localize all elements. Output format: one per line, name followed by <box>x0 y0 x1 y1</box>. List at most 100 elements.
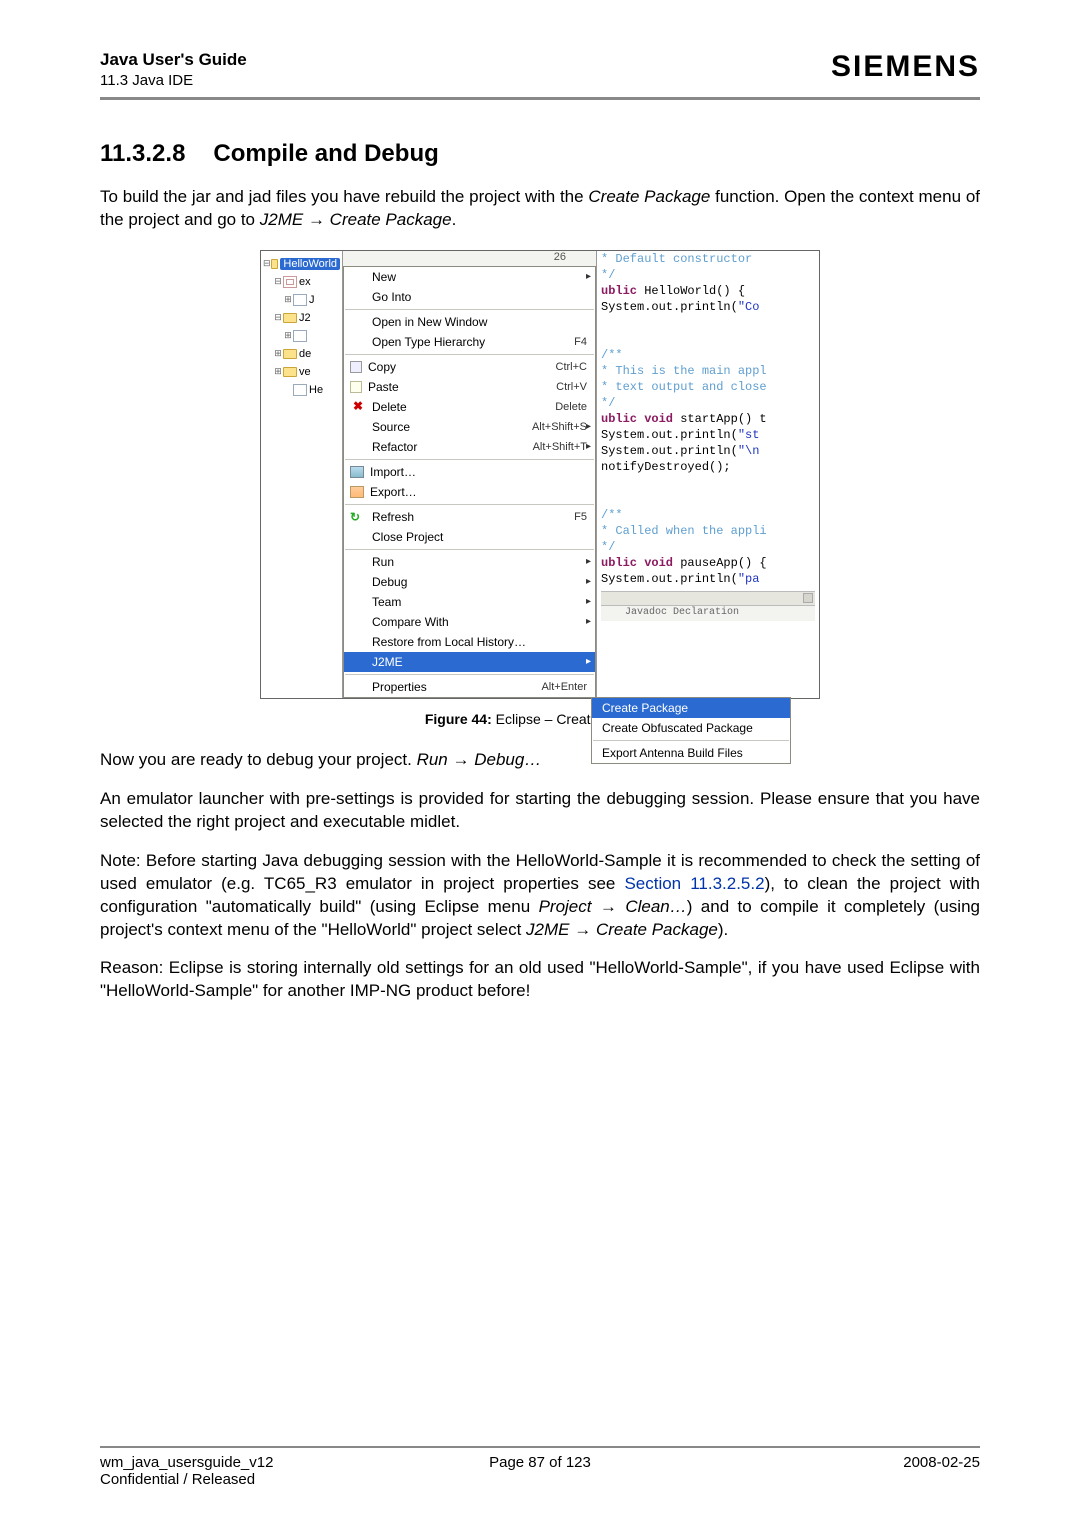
tree-item[interactable]: He <box>309 384 323 396</box>
blank-icon <box>350 595 366 609</box>
menu-item-j2me[interactable]: J2ME▸ <box>344 652 595 672</box>
menu-item-refactor[interactable]: RefactorAlt+Shift+T▸ <box>344 437 595 457</box>
bottom-tabs[interactable]: Javadoc Declaration <box>601 605 815 621</box>
blank-icon <box>350 530 366 544</box>
menu-item-label: Refresh <box>372 510 564 524</box>
menu-item-label: Run <box>372 555 587 569</box>
menu-item-label: Paste <box>368 380 546 394</box>
menu-item-close-project[interactable]: Close Project <box>344 527 595 547</box>
project-node[interactable]: HelloWorld <box>280 258 340 270</box>
code-line <box>601 331 815 347</box>
code-line: * Called when the appli <box>601 523 815 539</box>
menu-item-label: Debug <box>372 575 587 589</box>
section-title-text: Compile and Debug <box>213 140 438 167</box>
code-line: /** <box>601 347 815 363</box>
j2me-submenu: Create PackageCreate Obfuscated Package E… <box>591 697 791 764</box>
code-line: */ <box>601 539 815 555</box>
tree-item[interactable]: ex <box>299 276 311 288</box>
menu-item-copy[interactable]: CopyCtrl+C <box>344 357 595 377</box>
scrollbar-thumb[interactable] <box>803 593 813 603</box>
submenu-item-create-obfuscated-package[interactable]: Create Obfuscated Package <box>592 718 790 738</box>
submenu-arrow-icon: ▸ <box>586 576 591 587</box>
tree-item[interactable]: J <box>309 294 315 306</box>
menu-item-team[interactable]: Team▸ <box>344 592 595 612</box>
code-line: * This is the main appl <box>601 363 815 379</box>
menu-item-open-in-new-window[interactable]: Open in New Window <box>344 312 595 332</box>
blank-icon <box>350 420 366 434</box>
refresh-icon <box>350 510 366 524</box>
menu-item-label: Open Type Hierarchy <box>372 335 564 349</box>
menu-item-compare-with[interactable]: Compare With▸ <box>344 612 595 632</box>
arrow-icon <box>600 897 617 916</box>
code-line: * text output and close <box>601 379 815 395</box>
blank-icon <box>350 680 366 694</box>
menu-item-open-type-hierarchy[interactable]: Open Type Hierarchy F4 <box>344 332 595 352</box>
menu-item-label: Go Into <box>372 290 587 304</box>
menu-accelerator: Alt+Enter <box>541 681 587 693</box>
menu-item-export-[interactable]: Export… <box>344 482 595 502</box>
code-line: * Default constructor <box>601 251 815 267</box>
code-line: System.out.println("Co <box>601 299 815 315</box>
submenu-arrow-icon: ▸ <box>586 441 591 452</box>
menu-item-refresh[interactable]: RefreshF5 <box>344 507 595 527</box>
menu-item-paste[interactable]: PasteCtrl+V <box>344 377 595 397</box>
menu-item-debug[interactable]: Debug▸ <box>344 572 595 592</box>
file-icon <box>293 384 307 396</box>
page-footer: wm_java_usersguide_v12 Confidential / Re… <box>100 1446 980 1488</box>
project-tree: ⊟HelloWorld ⊟ex ⊞J ⊟J2 ⊞ ⊞de ⊞ve He <box>261 251 343 698</box>
blank-icon <box>350 555 366 569</box>
export-icon <box>350 486 364 498</box>
menu-item-source[interactable]: SourceAlt+Shift+S▸ <box>344 417 595 437</box>
footer-page-number: Page 87 of 123 <box>393 1454 686 1488</box>
code-line: System.out.println("st <box>601 427 815 443</box>
menu-item-import-[interactable]: Import… <box>344 462 595 482</box>
tree-item[interactable]: ve <box>299 366 311 378</box>
line-number: 26 <box>554 251 566 266</box>
menu-accelerator: Alt+Shift+S <box>532 421 587 433</box>
menu-item-label: New <box>372 270 587 284</box>
tree-item[interactable]: J2 <box>299 312 311 324</box>
folder-icon <box>283 313 297 323</box>
blank-icon <box>350 575 366 589</box>
arrow-icon <box>308 210 325 229</box>
copy-icon <box>350 361 362 373</box>
menu-item-new[interactable]: New▸ <box>344 267 595 287</box>
code-line: System.out.println("pa <box>601 571 815 587</box>
menu-accelerator: Ctrl+C <box>556 361 587 373</box>
menu-item-properties[interactable]: PropertiesAlt+Enter <box>344 677 595 697</box>
code-line: notifyDestroyed(); <box>601 459 815 475</box>
menu-item-restore-from-local-history-[interactable]: Restore from Local History… <box>344 632 595 652</box>
submenu-arrow-icon: ▸ <box>586 271 591 282</box>
submenu-item-create-package[interactable]: Create Package <box>592 698 790 718</box>
context-menu: New▸Go IntoOpen in New WindowOpen Type H… <box>343 266 596 698</box>
menu-item-delete[interactable]: ✖DeleteDelete <box>344 397 595 417</box>
submenu-item-export-antenna-build-files[interactable]: Export Antenna Build Files <box>592 743 790 763</box>
menu-item-run[interactable]: Run▸ <box>344 552 595 572</box>
menu-item-label: Compare With <box>372 615 587 629</box>
section-heading: 11.3.2.8Compile and Debug <box>100 140 980 168</box>
menu-item-label: Import… <box>370 465 587 479</box>
submenu-arrow-icon: ▸ <box>586 656 591 667</box>
footer-doc-id: wm_java_usersguide_v12 <box>100 1454 393 1471</box>
blank-icon <box>350 440 366 454</box>
menu-accelerator: Delete <box>555 401 587 413</box>
menu-item-label: Team <box>372 595 587 609</box>
menu-accelerator: F4 <box>574 336 587 348</box>
menu-item-label: Open in New Window <box>372 315 587 329</box>
horizontal-scrollbar[interactable] <box>601 591 815 605</box>
code-line <box>601 491 815 507</box>
section-link[interactable]: Section 11.3.2.5.2 <box>624 874 764 893</box>
paragraph-reason: Reason: Eclipse is storing internally ol… <box>100 957 980 1003</box>
menu-item-label: Export… <box>370 485 587 499</box>
code-line: ublic void pauseApp() { <box>601 555 815 571</box>
folder-icon <box>283 349 297 359</box>
code-line: /** <box>601 507 815 523</box>
menu-item-go-into[interactable]: Go Into <box>344 287 595 307</box>
folder-open-icon <box>271 259 279 269</box>
footer-confidential: Confidential / Released <box>100 1471 393 1488</box>
paragraph-run-debug: Now you are ready to debug your project.… <box>100 749 980 772</box>
blank-icon <box>350 615 366 629</box>
page-header: Java User's Guide 11.3 Java IDE SIEMENS <box>100 50 980 100</box>
tree-item[interactable]: de <box>299 348 311 360</box>
brand-logo: SIEMENS <box>831 50 980 84</box>
